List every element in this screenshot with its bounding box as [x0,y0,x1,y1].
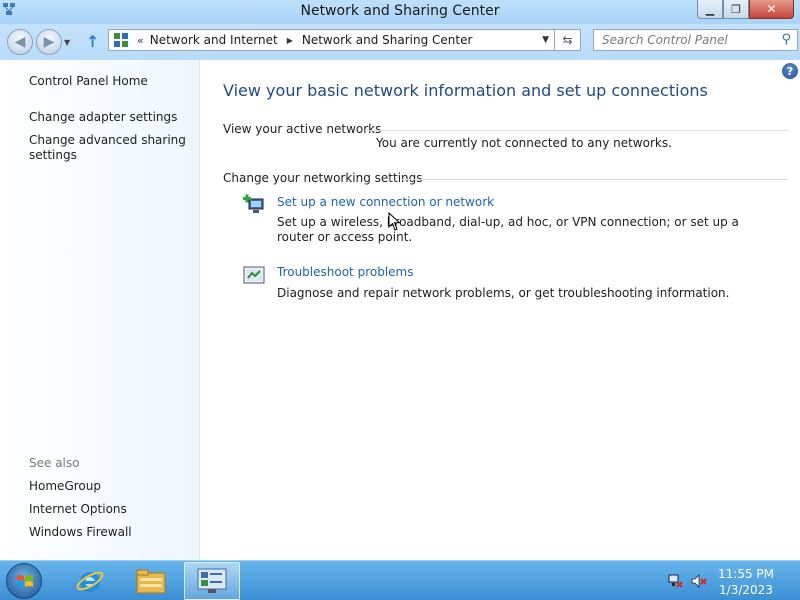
sidebar: Control Panel Home Change adapter settin… [0,60,200,560]
sidebar-item-windows-firewall[interactable]: Windows Firewall [29,525,132,540]
file-explorer-icon [136,569,166,594]
back-arrow-icon: ◀ [14,34,26,50]
troubleshoot-problems-link[interactable]: Troubleshoot problems [277,265,413,279]
main-content: ? View your basic network information an… [200,60,800,560]
refresh-button[interactable]: ⇆ [555,29,581,51]
taskbar-control-panel[interactable] [184,562,240,600]
navigation-bar: ◀ ▶ ▼ ↑ « Network and Internet ▶ Network… [0,24,800,60]
volume-muted-icon[interactable] [691,573,707,589]
maximize-icon: ❐ [731,2,741,16]
networking-settings-heading: Change your networking settings [223,171,423,185]
setup-connection-link[interactable]: Set up a new connection or network [277,195,494,209]
network-status-text: You are currently not connected to any n… [376,136,672,150]
title-bar: Network and Sharing Center ▁ ❐ ✕ [0,0,800,24]
search-icon[interactable]: ⚲ [781,32,791,47]
system-clock[interactable]: 11:55 PM 1/3/2023 [718,566,774,598]
minimize-button[interactable]: ▁ [697,0,723,19]
sidebar-item-control-panel-home[interactable]: Control Panel Home [29,74,148,89]
section-divider [402,179,788,180]
close-button[interactable]: ✕ [749,0,794,19]
internet-explorer-icon [76,571,104,592]
see-also-heading: See also [29,456,80,470]
start-button[interactable] [6,563,42,599]
window-title: Network and Sharing Center [300,3,500,19]
sidebar-item-homegroup[interactable]: HomeGroup [29,479,101,494]
address-bar[interactable]: « Network and Internet ▶ Network and Sha… [108,29,555,51]
sidebar-item-change-advanced-sharing-settings[interactable]: Change advanced sharing settings [29,133,189,163]
page-title: View your basic network information and … [223,81,708,100]
new-connection-icon [243,194,264,213]
refresh-icon: ⇆ [562,33,573,47]
breadcrumb-network-and-internet[interactable]: Network and Internet [150,33,278,47]
clock-time: 11:55 PM [718,567,774,581]
mouse-cursor-icon [388,212,401,231]
sidebar-item-change-adapter-settings[interactable]: Change adapter settings [29,110,177,125]
recent-pages-dropdown-icon[interactable]: ▼ [64,38,70,47]
sidebar-item-internet-options[interactable]: Internet Options [29,502,127,517]
section-divider [365,130,788,131]
forward-button[interactable]: ▶ [36,29,62,55]
troubleshoot-icon [243,266,265,284]
setup-connection-description: Set up a wireless, broadband, dial-up, a… [277,215,739,244]
breadcrumb-separator-icon[interactable]: ▶ [287,36,293,45]
search-input[interactable] [594,30,764,50]
up-arrow-icon[interactable]: ↑ [86,32,99,51]
breadcrumb-overflow[interactable]: « [137,34,144,47]
active-networks-heading: View your active networks [223,122,382,136]
maximize-button[interactable]: ❐ [723,0,749,19]
close-icon: ✕ [766,2,777,16]
troubleshoot-description: Diagnose and repair network problems, or… [277,286,730,300]
taskbar-internet-explorer[interactable] [62,562,118,600]
windows-logo-icon [17,575,33,587]
network-disconnected-icon[interactable] [667,573,683,589]
address-dropdown-icon[interactable]: ▼ [542,35,549,45]
help-icon[interactable]: ? [782,63,798,79]
forward-arrow-icon: ▶ [43,34,55,50]
taskbar-file-explorer[interactable] [123,562,179,600]
minimize-icon: ▁ [705,2,715,16]
control-panel-icon [114,33,128,47]
back-button[interactable]: ◀ [7,29,33,55]
taskbar: 11:55 PM 1/3/2023 [0,560,800,600]
search-box[interactable]: ⚲ [593,29,798,51]
clock-date: 1/3/2023 [719,583,773,597]
breadcrumb-network-and-sharing-center[interactable]: Network and Sharing Center [302,33,473,47]
control-panel-icon [197,568,227,593]
